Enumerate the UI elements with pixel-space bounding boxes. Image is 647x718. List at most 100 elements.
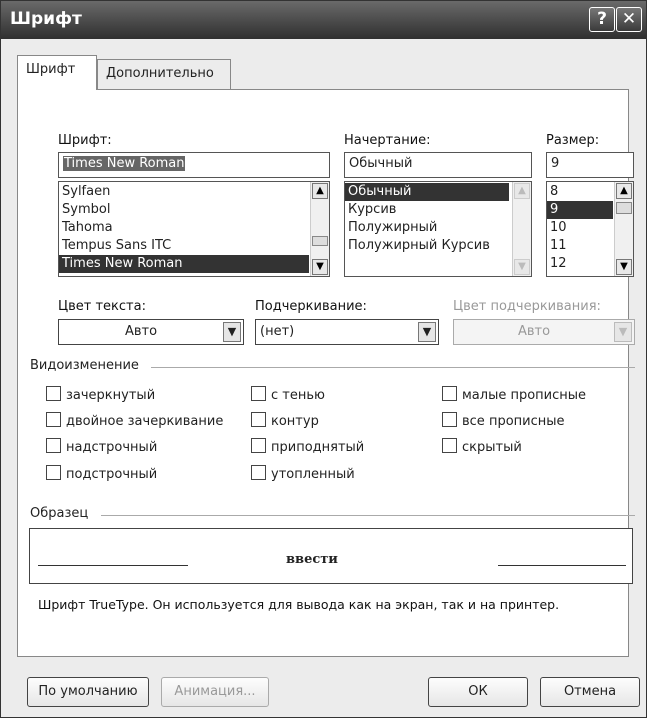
- checkbox-label: приподнятый: [271, 440, 365, 455]
- effects-divider: [151, 367, 635, 368]
- checkbox-box[interactable]: [46, 386, 61, 401]
- scroll-up-icon[interactable]: ▲: [312, 183, 328, 199]
- list-item-selected[interactable]: 9: [547, 201, 613, 219]
- font-dialog: Шрифт ? ✕ Шрифт Дополнительно Шрифт: Tim…: [0, 0, 647, 718]
- checkbox-label: контур: [271, 414, 319, 429]
- small-caps-checkbox[interactable]: малые прописные: [442, 386, 586, 403]
- scroll-up-icon[interactable]: ▲: [514, 183, 530, 199]
- double-strikethrough-checkbox[interactable]: двойное зачеркивание: [46, 412, 223, 429]
- checkbox-box[interactable]: [251, 386, 266, 401]
- truetype-note: Шрифт TrueType. Он используется для выво…: [38, 597, 560, 612]
- checkbox-label: с тенью: [271, 388, 325, 403]
- size-list[interactable]: 8 9 10 11 12 ▲ ▼: [546, 181, 634, 277]
- scroll-thumb[interactable]: [312, 236, 328, 246]
- underline-color-select[interactable]: Авто ▼: [453, 319, 635, 345]
- scroll-up-icon[interactable]: ▲: [616, 183, 632, 199]
- help-button[interactable]: ?: [589, 7, 615, 32]
- checkbox-label: скрытый: [462, 440, 522, 455]
- all-caps-checkbox[interactable]: все прописные: [442, 412, 565, 429]
- list-item[interactable]: Полужирный: [345, 219, 531, 237]
- checkbox-box[interactable]: [46, 412, 61, 427]
- default-button[interactable]: По умолчанию: [27, 677, 149, 707]
- font-name-value: Times New Roman: [63, 156, 186, 171]
- chevron-down-icon[interactable]: ▼: [614, 322, 632, 342]
- ok-button[interactable]: ОК: [428, 677, 528, 707]
- effects-group-title: Видоизменение: [30, 358, 139, 373]
- underline-color-label: Цвет подчеркивания:: [453, 299, 601, 314]
- list-item[interactable]: Symbol: [59, 201, 329, 219]
- style-value: Обычный: [349, 156, 413, 171]
- scroll-down-icon[interactable]: ▼: [312, 259, 328, 275]
- strikethrough-checkbox[interactable]: зачеркнутый: [46, 386, 155, 403]
- scroll-thumb[interactable]: [616, 202, 632, 214]
- checkbox-label: зачеркнутый: [66, 388, 156, 403]
- checkbox-box[interactable]: [46, 438, 61, 453]
- close-button[interactable]: ✕: [616, 7, 642, 32]
- checkbox-box[interactable]: [251, 465, 266, 480]
- font-list[interactable]: Sylfaen Symbol Tahoma Tempus Sans ITC Ti…: [58, 181, 330, 277]
- preview-sample-text: ввести: [286, 552, 338, 567]
- text-color-select[interactable]: Авто ▼: [58, 319, 244, 345]
- engrave-checkbox[interactable]: утопленный: [251, 465, 355, 482]
- underline-value: (нет): [260, 324, 295, 339]
- checkbox-box[interactable]: [442, 438, 457, 453]
- list-item[interactable]: Полужирный Курсив: [345, 237, 531, 255]
- tab-font[interactable]: Шрифт: [17, 55, 97, 90]
- animation-button[interactable]: Анимация...: [161, 677, 269, 707]
- cancel-button[interactable]: Отмена: [540, 677, 640, 707]
- checkbox-box[interactable]: [251, 412, 266, 427]
- checkbox-box[interactable]: [251, 438, 266, 453]
- list-item[interactable]: Курсив: [345, 201, 531, 219]
- subscript-checkbox[interactable]: подстрочный: [46, 465, 157, 482]
- preview-line-left: [38, 565, 188, 566]
- list-item[interactable]: Tempus Sans ITC: [59, 237, 329, 255]
- font-list-scrollbar[interactable]: ▲ ▼: [310, 182, 329, 276]
- preview-group-title: Образец: [30, 506, 89, 521]
- window-title: Шрифт: [10, 9, 82, 29]
- size-label: Размер:: [546, 133, 600, 148]
- shadow-checkbox[interactable]: с тенью: [251, 386, 325, 403]
- list-item[interactable]: Tahoma: [59, 219, 329, 237]
- list-item[interactable]: Sylfaen: [59, 183, 329, 201]
- checkbox-label: надстрочный: [66, 440, 158, 455]
- preview-divider: [101, 515, 635, 516]
- superscript-checkbox[interactable]: надстрочный: [46, 438, 157, 455]
- checkbox-label: утопленный: [271, 467, 355, 482]
- hidden-checkbox[interactable]: скрытый: [442, 438, 522, 455]
- style-list-scrollbar[interactable]: ▲ ▼: [512, 182, 531, 276]
- list-item-selected[interactable]: Times New Roman: [59, 255, 309, 273]
- scroll-down-icon[interactable]: ▼: [616, 259, 632, 275]
- checkbox-label: подстрочный: [66, 467, 158, 482]
- tab-advanced[interactable]: Дополнительно: [97, 59, 231, 89]
- checkbox-label: малые прописные: [462, 388, 587, 403]
- text-color-value: Авто: [124, 324, 158, 339]
- font-name-input[interactable]: Times New Roman: [58, 152, 330, 178]
- preview-line-right: [498, 565, 626, 566]
- emboss-checkbox[interactable]: приподнятый: [251, 438, 364, 455]
- chevron-down-icon[interactable]: ▼: [223, 322, 241, 342]
- style-input[interactable]: Обычный: [344, 152, 532, 178]
- size-input[interactable]: 9: [546, 152, 634, 178]
- checkbox-box[interactable]: [442, 412, 457, 427]
- checkbox-box[interactable]: [46, 465, 61, 480]
- size-list-scrollbar[interactable]: ▲ ▼: [614, 182, 633, 276]
- scroll-down-icon[interactable]: ▼: [514, 259, 530, 275]
- underline-select[interactable]: (нет) ▼: [255, 319, 439, 345]
- checkbox-label: двойное зачеркивание: [66, 414, 224, 429]
- checkbox-box[interactable]: [442, 386, 457, 401]
- style-list[interactable]: Обычный Курсив Полужирный Полужирный Кур…: [344, 181, 532, 277]
- underline-label: Подчеркивание:: [255, 299, 367, 314]
- style-label: Начертание:: [344, 133, 431, 148]
- text-color-label: Цвет текста:: [58, 299, 146, 314]
- title-bar: Шрифт ? ✕: [1, 1, 646, 39]
- font-label: Шрифт:: [58, 133, 112, 148]
- checkbox-label: все прописные: [462, 414, 565, 429]
- outline-checkbox[interactable]: контур: [251, 412, 319, 429]
- size-value: 9: [551, 156, 560, 171]
- tab-advanced-label: Дополнительно: [106, 66, 214, 81]
- preview-box: ввести: [29, 528, 633, 584]
- tab-font-label: Шрифт: [26, 62, 76, 77]
- chevron-down-icon[interactable]: ▼: [418, 322, 436, 342]
- list-item-selected[interactable]: Обычный: [345, 183, 509, 201]
- underline-color-value: Авто: [517, 324, 551, 339]
